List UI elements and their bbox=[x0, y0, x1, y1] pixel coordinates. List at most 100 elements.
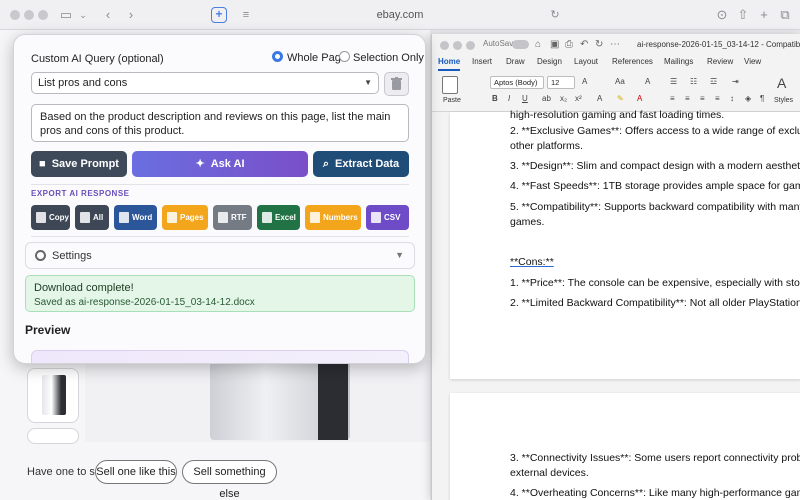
redo-icon[interactable]: ↻ bbox=[595, 39, 603, 50]
sell-something-else-button[interactable]: Sell something else bbox=[182, 460, 277, 500]
word-window: AutoSave ⌂ ▣ ⎙ ↶ ↻ ⋯ ai-response-2026-01… bbox=[431, 34, 800, 500]
doc-line: other platforms. bbox=[510, 140, 583, 152]
font-size-select[interactable]: 12 bbox=[547, 76, 575, 89]
align-left-icon[interactable]: ≡ bbox=[670, 94, 675, 103]
new-tab-icon[interactable]: + bbox=[755, 7, 773, 23]
word-zoom-button[interactable] bbox=[466, 41, 475, 50]
shading-icon[interactable]: ◈ bbox=[745, 94, 751, 103]
back-icon[interactable]: ‹ bbox=[99, 7, 117, 23]
ask-ai-button[interactable]: ✦ Ask AI bbox=[132, 151, 308, 177]
tab-mailings[interactable]: Mailings bbox=[664, 57, 693, 66]
export-rtf-button[interactable]: RTF bbox=[213, 205, 252, 230]
sell-one-like-this-button[interactable]: Sell one like this bbox=[95, 460, 177, 484]
styles-icon[interactable]: A bbox=[777, 75, 786, 91]
font-name-select[interactable]: Aptos (Body) bbox=[490, 76, 544, 89]
chevron-down-icon[interactable]: ⌄ bbox=[74, 7, 92, 23]
strikethrough-icon[interactable]: ab bbox=[542, 94, 551, 103]
tab-references[interactable]: References bbox=[612, 57, 653, 66]
print-icon[interactable]: ⎙ bbox=[565, 39, 573, 50]
whole-page-radio[interactable] bbox=[272, 51, 283, 62]
delete-preset-button[interactable] bbox=[384, 72, 409, 96]
tab-design[interactable]: Design bbox=[537, 57, 562, 66]
tab-view[interactable]: View bbox=[744, 57, 761, 66]
close-window-button[interactable] bbox=[10, 10, 20, 20]
bold-icon[interactable]: B bbox=[492, 94, 498, 103]
multilevel-list-icon[interactable]: ☲ bbox=[710, 77, 717, 86]
doc-line: 3. **Design**: Slim and compact design w… bbox=[510, 160, 800, 172]
preview-box bbox=[31, 350, 409, 363]
export-excel-button[interactable]: Excel bbox=[257, 205, 300, 230]
numbering-icon[interactable]: ☷ bbox=[690, 77, 697, 86]
bullets-icon[interactable]: ☰ bbox=[670, 77, 677, 86]
selection-only-label[interactable]: Selection Only bbox=[353, 52, 424, 64]
sidebar-icon[interactable]: ▭ bbox=[57, 7, 75, 23]
paragraph-marks-icon[interactable]: ¶ bbox=[760, 94, 764, 103]
document-page[interactable]: 3. **Connectivity Issues**: Some users r… bbox=[450, 393, 800, 500]
tab-review[interactable]: Review bbox=[707, 57, 733, 66]
export-all-button[interactable]: All bbox=[75, 205, 109, 230]
word-close-button[interactable] bbox=[440, 41, 449, 50]
active-tab-indicator bbox=[438, 69, 460, 71]
settings-toggle[interactable]: Settings ▼ bbox=[25, 242, 415, 269]
product-thumbnail[interactable] bbox=[27, 428, 79, 444]
share-icon[interactable]: ⇧ bbox=[734, 7, 752, 23]
word-title-bar: AutoSave ⌂ ▣ ⎙ ↶ ↻ ⋯ ai-response-2026-01… bbox=[432, 34, 800, 56]
doc-line: high-resolution gaming and fast loading … bbox=[510, 109, 725, 121]
product-thumbnail[interactable] bbox=[27, 368, 79, 423]
export-csv-button[interactable]: CSV bbox=[366, 205, 409, 230]
zoom-window-button[interactable] bbox=[38, 10, 48, 20]
highlight-icon[interactable]: ✎ bbox=[617, 94, 624, 103]
align-center-icon[interactable]: ≡ bbox=[685, 94, 690, 103]
whole-page-label[interactable]: Whole Page bbox=[287, 52, 347, 64]
export-word-label: Word bbox=[132, 213, 153, 222]
document-page[interactable]: high-resolution gaming and fast loading … bbox=[450, 109, 800, 379]
spreadsheet-icon bbox=[262, 212, 272, 224]
tab-draw[interactable]: Draw bbox=[506, 57, 525, 66]
text-effects-icon[interactable]: A bbox=[597, 94, 602, 103]
preview-title: Preview bbox=[25, 323, 71, 337]
doc-line: games. bbox=[510, 216, 545, 228]
indent-icon[interactable]: ⇥ bbox=[732, 77, 739, 86]
preset-select[interactable]: List pros and cons ▼ bbox=[31, 72, 379, 94]
minimize-window-button[interactable] bbox=[24, 10, 34, 20]
selection-only-radio[interactable] bbox=[339, 51, 350, 62]
reload-icon[interactable]: ↻ bbox=[546, 7, 564, 23]
doc-line: 4. **Fast Speeds**: 1TB storage provides… bbox=[510, 180, 800, 192]
undo-icon[interactable]: ↶ bbox=[580, 39, 588, 50]
superscript-icon[interactable]: x² bbox=[575, 94, 582, 103]
clear-format-icon[interactable]: A bbox=[645, 77, 650, 86]
ask-ai-label: Ask AI bbox=[210, 158, 245, 170]
word-minimize-button[interactable] bbox=[453, 41, 462, 50]
home-icon[interactable]: ⌂ bbox=[535, 39, 541, 50]
line-spacing-icon[interactable]: ↕ bbox=[730, 94, 734, 103]
more-icon[interactable]: ⋯ bbox=[610, 39, 620, 50]
align-right-icon[interactable]: ≡ bbox=[700, 94, 705, 103]
prompt-textarea[interactable]: Based on the product description and rev… bbox=[31, 104, 409, 142]
address-bar[interactable]: ebay.com bbox=[250, 6, 550, 24]
save-prompt-button[interactable]: ■ Save Prompt bbox=[31, 151, 127, 177]
extension-icon[interactable]: + bbox=[211, 7, 227, 23]
export-section-title: EXPORT AI RESPONSE bbox=[31, 189, 130, 198]
font-color-icon[interactable]: A bbox=[637, 94, 642, 103]
italic-icon[interactable]: I bbox=[508, 94, 510, 103]
justify-icon[interactable]: ≡ bbox=[715, 94, 720, 103]
export-pages-button[interactable]: Pages bbox=[162, 205, 208, 230]
save-icon[interactable]: ▣ bbox=[550, 39, 559, 50]
tab-layout[interactable]: Layout bbox=[574, 57, 598, 66]
underline-icon[interactable]: U bbox=[522, 94, 528, 103]
export-word-button[interactable]: Word bbox=[114, 205, 157, 230]
export-copy-button[interactable]: Copy bbox=[31, 205, 70, 230]
subscript-icon[interactable]: x₂ bbox=[560, 94, 567, 103]
export-numbers-button[interactable]: Numbers bbox=[305, 205, 361, 230]
grow-font-icon[interactable]: A bbox=[582, 77, 587, 86]
download-icon[interactable]: ⊙ bbox=[713, 7, 731, 23]
tabs-overview-icon[interactable]: ⧉ bbox=[776, 7, 794, 23]
extract-data-button[interactable]: ⌕ Extract Data bbox=[313, 151, 409, 177]
paste-icon[interactable] bbox=[442, 76, 458, 94]
tab-home[interactable]: Home bbox=[438, 57, 460, 66]
forward-icon[interactable]: › bbox=[122, 7, 140, 23]
tab-insert[interactable]: Insert bbox=[472, 57, 492, 66]
change-case-icon[interactable]: Aa bbox=[615, 77, 625, 86]
autosave-toggle[interactable] bbox=[512, 40, 529, 49]
export-rtf-label: RTF bbox=[231, 213, 247, 222]
